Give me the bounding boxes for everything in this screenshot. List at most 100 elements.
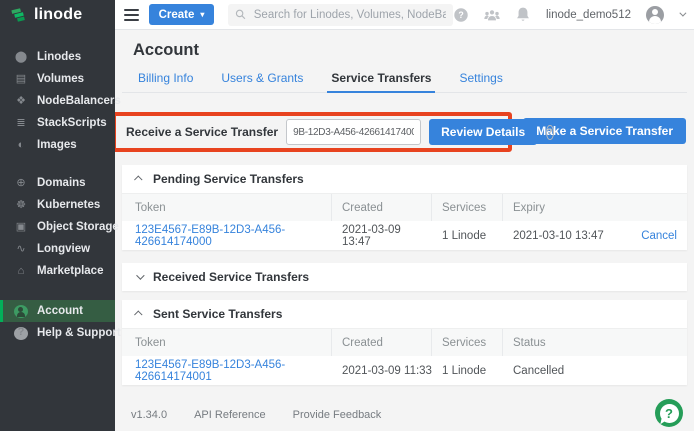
column-header-services: Services	[432, 194, 503, 221]
topbar: Create ▾ ? linode_demo512	[115, 0, 694, 30]
section-title: Sent Service Transfers	[153, 307, 282, 321]
svg-text:?: ?	[458, 10, 463, 20]
main-content: Account Billing Info Users & Grants Serv…	[115, 30, 694, 431]
search-bar[interactable]	[228, 4, 453, 26]
received-section-header[interactable]: Received Service Transfers	[122, 263, 687, 291]
sidebar-item-label: Object Storage	[37, 221, 119, 233]
sidebar-item-label: Linodes	[37, 51, 81, 63]
chevron-down-icon[interactable]	[679, 10, 686, 17]
sidebar-item-label: Help & Support	[37, 327, 121, 339]
tab-users-grants[interactable]: Users & Grants	[217, 71, 307, 92]
version-label: v1.34.0	[131, 409, 167, 421]
username[interactable]: linode_demo512	[546, 9, 631, 21]
expiry-cell: 2021-03-10 13:47	[503, 230, 631, 242]
section-title: Pending Service Transfers	[153, 172, 304, 186]
tab-billing-info[interactable]: Billing Info	[134, 71, 197, 92]
sidebar-item-linodes[interactable]: ⬤ Linodes	[0, 46, 115, 68]
volumes-icon: ▤	[14, 74, 28, 85]
pending-section-header[interactable]: Pending Service Transfers	[122, 165, 687, 193]
sidebar-item-longview[interactable]: ∿ Longview	[0, 238, 115, 260]
domains-icon: ⊕	[14, 178, 28, 189]
table-row: 123E4567-E89B-12D3-A456-426614174001 202…	[122, 356, 687, 385]
hamburger-menu-icon[interactable]	[124, 6, 139, 24]
sidebar-item-marketplace[interactable]: ⌂ Marketplace	[0, 260, 115, 282]
sidebar-item-account[interactable]: Account	[0, 300, 115, 322]
create-button-label: Create	[159, 9, 195, 21]
help-chat-bubble-button[interactable]: ?	[655, 399, 683, 427]
token-link[interactable]: 123E4567-E89B-12D3-A456-426614174000	[135, 224, 285, 248]
nodebalancers-icon: ❖	[14, 96, 28, 107]
sidebar: linode ⬤ Linodes ▤ Volumes ❖ NodeBalance…	[0, 0, 115, 431]
sidebar-item-nodebalancers[interactable]: ❖ NodeBalancers	[0, 90, 115, 112]
chevron-down-icon: ▾	[200, 10, 204, 19]
sent-section-header[interactable]: Sent Service Transfers	[122, 300, 687, 328]
notifications-bell-icon[interactable]	[515, 7, 531, 23]
longview-icon: ∿	[14, 244, 28, 255]
sidebar-item-label: StackScripts	[37, 117, 107, 129]
column-header-token: Token	[135, 194, 332, 221]
services-cell: 1 Linode	[432, 365, 503, 377]
sidebar-item-label: Longview	[37, 243, 90, 255]
table-row: 123E4567-E89B-12D3-A456-426614174000 202…	[122, 221, 687, 250]
transfer-token-input[interactable]	[286, 119, 421, 145]
section-title: Received Service Transfers	[153, 270, 309, 284]
column-header-token: Token	[135, 329, 332, 356]
sidebar-nav: ⬤ Linodes ▤ Volumes ❖ NodeBalancers ≣ St…	[0, 30, 115, 344]
footer: v1.34.0 API Reference Provide Feedback	[131, 409, 381, 421]
chevron-up-icon	[134, 310, 142, 318]
tab-service-transfers[interactable]: Service Transfers	[327, 71, 435, 93]
sidebar-item-stackscripts[interactable]: ≣ StackScripts	[0, 112, 115, 134]
logo-text: linode	[34, 6, 82, 24]
kubernetes-icon: ☸	[14, 200, 28, 211]
sidebar-item-kubernetes[interactable]: ☸ Kubernetes	[0, 194, 115, 216]
help-circle-icon[interactable]: ?	[453, 7, 469, 23]
nav-section-divider	[0, 156, 115, 172]
column-header-services: Services	[432, 329, 503, 356]
page-title: Account	[133, 42, 694, 59]
cancel-link[interactable]: Cancel	[641, 230, 677, 242]
stackscripts-icon: ≣	[14, 118, 28, 129]
chevron-up-icon	[134, 175, 142, 183]
created-cell: 2021-03-09 11:33	[332, 365, 432, 377]
search-input[interactable]	[254, 9, 446, 21]
pending-transfers-card: Pending Service Transfers Token Created …	[122, 165, 687, 250]
column-header-action	[677, 194, 687, 221]
sidebar-item-domains[interactable]: ⊕ Domains	[0, 172, 115, 194]
column-header-created: Created	[332, 194, 432, 221]
images-icon: ◐	[14, 140, 28, 151]
provide-feedback-link[interactable]: Provide Feedback	[293, 409, 382, 421]
account-icon	[14, 305, 28, 318]
sidebar-item-label: NodeBalancers	[37, 95, 121, 107]
token-link[interactable]: 123E4567-E89B-12D3-A456-426614174001	[135, 359, 285, 383]
tab-bar: Billing Info Users & Grants Service Tran…	[122, 71, 687, 93]
sidebar-item-images[interactable]: ◐ Images	[0, 134, 115, 156]
community-icon[interactable]	[484, 7, 500, 23]
column-header-status: Status	[503, 329, 677, 356]
linode-logo-icon	[10, 6, 28, 24]
status-cell: Cancelled	[503, 365, 677, 377]
created-cell: 2021-03-09 13:47	[332, 224, 432, 248]
tab-settings[interactable]: Settings	[455, 71, 506, 92]
sidebar-item-help-support[interactable]: ? Help & Support	[0, 322, 115, 344]
receive-transfer-label: Receive a Service Transfer	[126, 125, 278, 139]
transfer-actions-section: Receive a Service Transfer Review Detail…	[115, 93, 694, 165]
sent-transfers-card: Sent Service Transfers Token Created Ser…	[122, 300, 687, 385]
pending-table-header: Token Created Services Expiry	[122, 193, 687, 221]
api-reference-link[interactable]: API Reference	[194, 409, 266, 421]
sent-table-header: Token Created Services Status	[122, 328, 687, 356]
create-button[interactable]: Create ▾	[149, 4, 215, 25]
search-icon	[235, 8, 246, 21]
linodes-icon: ⬤	[14, 52, 28, 63]
tooltip-question-icon[interactable]: ?	[546, 125, 554, 140]
linode-logo[interactable]: linode	[0, 0, 115, 30]
review-details-button[interactable]: Review Details	[429, 119, 537, 145]
sidebar-item-object-storage[interactable]: ▣ Object Storage	[0, 216, 115, 238]
sidebar-item-label: Domains	[37, 177, 86, 189]
sidebar-item-volumes[interactable]: ▤ Volumes	[0, 68, 115, 90]
sidebar-item-label: Kubernetes	[37, 199, 100, 211]
services-cell: 1 Linode	[432, 230, 503, 242]
nav-section-divider	[0, 282, 115, 300]
avatar[interactable]	[646, 6, 664, 24]
marketplace-icon: ⌂	[14, 266, 28, 277]
chevron-down-icon	[136, 271, 144, 279]
